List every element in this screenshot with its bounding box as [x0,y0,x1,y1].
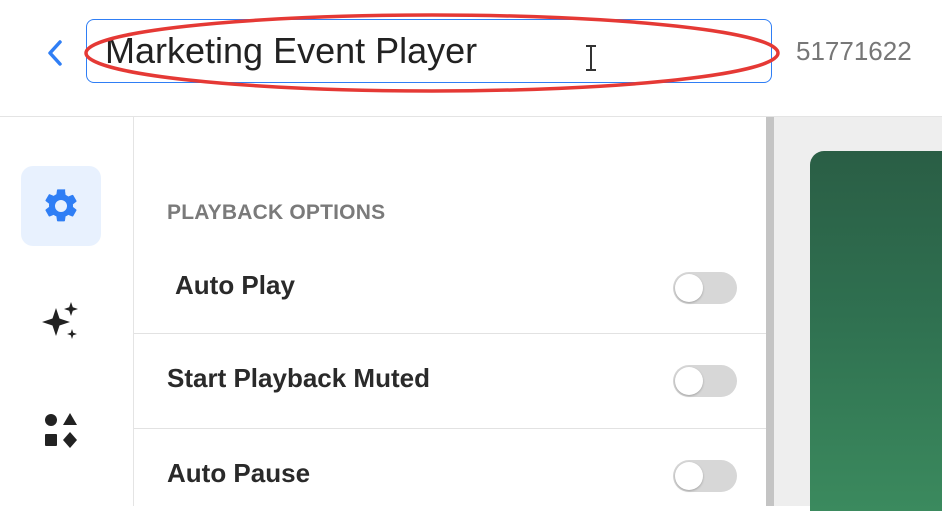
player-title-input[interactable] [86,19,772,83]
header: 51771622 [0,0,942,116]
start-muted-toggle[interactable] [673,365,737,397]
shapes-icon [45,413,77,448]
side-rail [0,117,134,506]
option-row-start-muted: Start Playback Muted [134,334,766,428]
auto-pause-toggle[interactable] [673,460,737,492]
settings-panel: PLAYBACK OPTIONS Auto Play Start Playbac… [134,117,766,506]
rail-item-settings[interactable] [21,166,101,246]
option-label: Auto Play [175,270,295,300]
preview-area [774,117,942,511]
option-row-auto-pause: Auto Pause [134,429,766,523]
toggle-knob [675,274,703,302]
rail-item-elements[interactable] [21,390,101,470]
back-button[interactable] [40,32,70,74]
player-preview [810,151,942,511]
toggle-knob [675,367,703,395]
section-title: PLAYBACK OPTIONS [167,201,386,224]
auto-play-toggle[interactable] [673,272,737,304]
sparkles-icon [42,302,78,339]
chevron-left-icon [48,40,62,66]
panel-scrollbar[interactable] [766,117,774,506]
toggle-knob [675,462,703,490]
gear-icon [45,189,77,222]
player-id: 51771622 [796,36,912,66]
option-row-auto-play: Auto Play [134,242,766,336]
option-label: Start Playback Muted [167,363,430,393]
option-label: Auto Pause [167,458,311,488]
rail-item-ai[interactable] [21,281,101,361]
